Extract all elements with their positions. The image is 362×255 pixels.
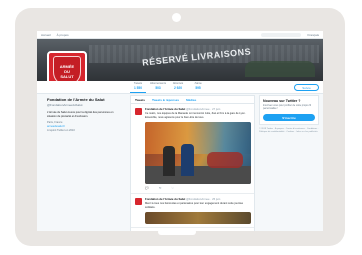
profile-name: Fondation de l'Armée du Salut: [47, 97, 105, 102]
tweet-author: Fondation de l'Armée du Salut: [145, 197, 186, 201]
photo-person: [181, 144, 194, 176]
browser-screen: Accueil À propos Français RÉSERVÉ LIVRAI…: [37, 31, 323, 231]
tweet-meta: @FondationArmee · 25 juin: [186, 197, 221, 201]
photo-flowers: [207, 152, 243, 168]
tweet[interactable]: Fondation de l'Armée du Salut @Fondation…: [131, 194, 254, 228]
signup-title: Nouveau sur Twitter ?: [263, 99, 301, 103]
timeline: Tweets Tweets & réponses Médias Fondatio…: [130, 95, 255, 231]
profile-sidebar: Fondation de l'Armée du Salut @Fondation…: [47, 97, 127, 133]
photo-person: [163, 146, 175, 176]
profile-joined: A rejoint Twitter en 2010: [47, 129, 75, 133]
banner-foliage: [245, 61, 315, 77]
stat-followers[interactable]: Abonnés 2 920: [170, 82, 186, 90]
tweet-text: Ce matin, nos équipes de la Maraude ont …: [145, 112, 246, 119]
nav-about[interactable]: À propos: [57, 33, 69, 37]
signup-button[interactable]: S'inscrire: [263, 114, 315, 122]
signup-subtitle: Inscrivez-vous pour profiter de votre pr…: [263, 104, 312, 111]
tweet[interactable]: Fondation de l'Armée du Salut @Fondation…: [131, 104, 254, 194]
profile-meta: Paris, France armeedusalut.fr A rejoint …: [47, 121, 127, 133]
tweet-photo[interactable]: [145, 122, 251, 184]
tweet-photo[interactable]: [145, 212, 251, 224]
stat-following[interactable]: Abonnements 503: [150, 82, 166, 90]
retweet-icon[interactable]: ⟲: [159, 186, 162, 190]
tweet-actions: 💬 ⟲ ♡: [145, 186, 250, 190]
profile-handle[interactable]: @FondationArmeeduSalut: [47, 103, 127, 107]
profile-bio: L'Armée du Salut œuvre pour la dignité d…: [47, 111, 114, 118]
tweet-avatar[interactable]: [135, 108, 142, 115]
photo-mural: [145, 122, 251, 154]
stat-likes[interactable]: J'aime 595: [190, 82, 206, 90]
top-nav: Accueil À propos Français: [37, 31, 323, 39]
search-input[interactable]: [261, 32, 302, 37]
tweet-author: Fondation de l'Armée du Salut: [145, 107, 186, 111]
follow-button[interactable]: Suivre: [294, 84, 319, 91]
reply-icon[interactable]: 💬: [145, 186, 149, 190]
tweet-header: Fondation de l'Armée du Salut @Fondation…: [145, 107, 250, 111]
nav-home[interactable]: Accueil: [41, 33, 51, 37]
like-icon[interactable]: ♡: [171, 186, 174, 190]
tweet-header: Fondation de l'Armée du Salut @Fondation…: [145, 197, 250, 201]
tab-tweets[interactable]: Tweets: [135, 98, 145, 102]
timeline-tabs: Tweets Tweets & réponses Médias: [131, 96, 254, 104]
signup-card: Nouveau sur Twitter ? Inscrivez-vous pou…: [259, 95, 319, 126]
right-sidebar: Nouveau sur Twitter ? Inscrivez-vous pou…: [259, 95, 319, 134]
stat-tweets[interactable]: Tweets 1 550: [130, 82, 146, 93]
tweet-avatar[interactable]: [135, 198, 142, 205]
footer-links[interactable]: © 2019 Twitter · À propos · Centre d'ass…: [259, 128, 319, 134]
camera-icon: [172, 13, 181, 22]
photo-sidewalk: [145, 166, 251, 184]
tab-media[interactable]: Médias: [186, 98, 196, 102]
profile-nav: Tweets 1 550 Abonnements 503 Abonnés 2 920 …: [37, 81, 323, 94]
language-selector[interactable]: Français: [307, 33, 319, 37]
tab-replies[interactable]: Tweets & réponses: [152, 98, 179, 102]
tweet-meta: @FondationArmee · 27 juin: [186, 107, 221, 111]
tweet-text: Merci à tous nos bénévoles et partenaire…: [145, 202, 244, 209]
